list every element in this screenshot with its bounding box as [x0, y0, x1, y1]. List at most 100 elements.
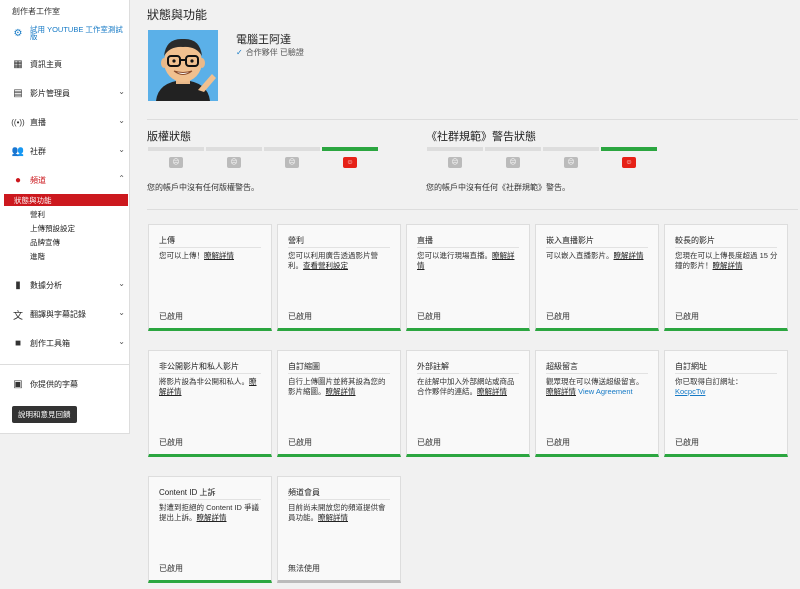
- feature-card-unlisted-private: 非公開影片和私人影片 將影片設為非公開和私人。瞭解詳情 已啟用: [148, 350, 272, 457]
- view-agreement-link[interactable]: View Agreement: [578, 387, 632, 396]
- card-status: 已啟用: [417, 438, 441, 447]
- learn-more-link[interactable]: 瞭解詳情: [546, 387, 576, 396]
- sidebar-item-label: 翻譯與字幕記錄: [30, 310, 86, 319]
- card-status: 無法使用: [288, 564, 320, 573]
- strike-indicator-active: ☺: [601, 147, 659, 171]
- sad-face-icon: ☹: [564, 157, 578, 168]
- sidebar-subitem-label: 進階: [30, 252, 45, 261]
- create-icon: ■: [14, 337, 22, 349]
- feature-card-custom-url: 自訂網址 你已取得自訂網址： KocpcTw 已啟用: [664, 350, 788, 457]
- card-description: 您可以進行現場直播。瞭解詳情: [417, 251, 515, 270]
- subtitles-icon: ▣: [13, 378, 23, 390]
- sidebar-item-create[interactable]: ■ 創作工具箱 ⌄: [12, 335, 125, 351]
- sad-face-icon: ☹: [506, 157, 520, 168]
- sidebar-item-community[interactable]: 👥 社群 ⌄: [12, 143, 125, 159]
- card-status: 已啟用: [546, 312, 570, 321]
- channel-icon: ●: [14, 174, 22, 186]
- card-status: 已啟用: [675, 438, 699, 447]
- sidebar-item-channel[interactable]: ● 頻道 ⌃: [12, 172, 125, 188]
- feature-card-monetization: 營利 您可以利用廣告透過影片營利。查看營利設定 已啟用: [277, 224, 401, 331]
- strike-indicator: ☹: [543, 147, 601, 171]
- page-title: 狀態與功能: [147, 8, 208, 22]
- happy-face-icon: ☺: [343, 157, 357, 168]
- sidebar-subitem-upload-defaults[interactable]: 上傳預設設定: [12, 222, 127, 234]
- card-title: 超級留言: [546, 362, 578, 371]
- divider: [147, 119, 798, 120]
- chevron-down-icon: ⌄: [118, 308, 125, 317]
- feature-card-embed-live: 嵌入直播影片 可以嵌入直播影片。瞭解詳情 已啟用: [535, 224, 659, 331]
- copyright-strikes: ☹ ☹ ☹ ☺: [148, 147, 380, 171]
- sidebar-item-dashboard[interactable]: ▦ 資訊主頁: [12, 56, 125, 72]
- sidebar-subitem-label: 品牌宣傳: [30, 238, 60, 247]
- sidebar-item-translations[interactable]: 文 翻譯與字幕記錄 ⌄: [12, 306, 125, 322]
- card-title: 嵌入直播影片: [546, 236, 594, 245]
- sidebar-subitem-label: 上傳預設設定: [30, 224, 75, 233]
- sad-face-icon: ☹: [448, 157, 462, 168]
- guidelines-strikes: ☹ ☹ ☹ ☺: [427, 147, 659, 171]
- learn-more-link[interactable]: 瞭解詳情: [197, 513, 227, 522]
- sidebar-item-your-subtitles[interactable]: ▣ 你提供的字幕: [12, 376, 125, 392]
- channel-avatar[interactable]: [148, 30, 218, 101]
- card-description: 您可以上傳！瞭解詳情: [159, 251, 234, 260]
- card-title: 頻道會員: [288, 488, 320, 497]
- sidebar-subitem-advanced[interactable]: 進階: [12, 250, 127, 262]
- card-status: 已啟用: [159, 438, 183, 447]
- sidebar-item-label: 創作工具箱: [30, 339, 70, 348]
- sad-face-icon: ☹: [227, 157, 241, 168]
- feature-card-custom-thumbnails: 自訂縮圖 自行上傳圖片並將其設為您的影片縮圖。瞭解詳情 已啟用: [277, 350, 401, 457]
- card-status: 已啟用: [159, 564, 183, 573]
- card-title: 自訂縮圖: [288, 362, 320, 371]
- dashboard-icon: ▦: [13, 58, 23, 70]
- sidebar-divider: [0, 364, 129, 365]
- strike-indicator: ☹: [264, 147, 322, 171]
- studio-title: 創作者工作室: [12, 7, 60, 16]
- divider: [147, 209, 798, 210]
- strike-indicator: ☹: [206, 147, 264, 171]
- sidebar-subitem-branding[interactable]: 品牌宣傳: [12, 236, 127, 248]
- feature-card-channel-memberships: 頻道會員 目前尚未開放您的頻道提供會員功能。瞭解詳情 無法使用: [277, 476, 401, 583]
- help-feedback-button[interactable]: 說明和意見回饋: [12, 406, 77, 423]
- card-description: 您現在可以上傳長度超過 15 分鐘的影片！瞭解詳情: [675, 251, 778, 270]
- learn-more-link[interactable]: 瞭解詳情: [318, 513, 348, 522]
- card-description: 可以嵌入直播影片。瞭解詳情: [546, 251, 644, 260]
- card-description: 目前尚未開放您的頻道提供會員功能。瞭解詳情: [288, 503, 386, 522]
- sidebar-subitem-label: 狀態與功能: [14, 196, 52, 205]
- strike-indicator-active: ☺: [322, 147, 380, 171]
- card-title: 自訂網址: [675, 362, 707, 371]
- card-description: 你已取得自訂網址： KocpcTw: [675, 377, 743, 396]
- translate-icon: 文: [13, 310, 23, 322]
- try-studio-beta-link[interactable]: ⚙ 試用 YOUTUBE 工作室測試版: [12, 25, 130, 43]
- sidebar-item-analytics[interactable]: ▮ 數據分析 ⌄: [12, 277, 125, 293]
- feature-card-content-id-appeals: Content ID 上訴 對遭到拒絕的 Content ID 爭議提出上訴。瞭…: [148, 476, 272, 583]
- card-description: 將影片設為非公開和私人。瞭解詳情: [159, 377, 257, 396]
- feature-card-upload: 上傳 您可以上傳！瞭解詳情 已啟用: [148, 224, 272, 331]
- card-status: 已啟用: [675, 312, 699, 321]
- channel-status: ✓ 合作夥伴 已驗證: [236, 47, 304, 58]
- sidebar-item-label: 直播: [30, 118, 46, 127]
- learn-more-link[interactable]: 瞭解詳情: [614, 251, 644, 260]
- gear-icon: ⚙: [13, 27, 23, 39]
- card-description: 您可以利用廣告透過影片營利。查看營利設定: [288, 251, 378, 270]
- custom-url-link[interactable]: KocpcTw: [675, 387, 705, 396]
- learn-more-link[interactable]: 瞭解詳情: [477, 387, 507, 396]
- feature-card-external-annotations: 外部註解 在註解中加入外部網站或商品合作夥伴的連結。瞭解詳情 已啟用: [406, 350, 530, 457]
- chevron-down-icon: ⌄: [118, 279, 125, 288]
- feature-card-super-chat: 超級留言 觀眾現在可以傳送超級留言。瞭解詳情 View Agreement 已啟…: [535, 350, 659, 457]
- monetization-settings-link[interactable]: 查看營利設定: [303, 261, 348, 270]
- sidebar-subitem-label: 營利: [30, 210, 45, 219]
- channel-status-text: 合作夥伴 已驗證: [245, 48, 304, 57]
- sad-face-icon: ☹: [169, 157, 183, 168]
- learn-more-link[interactable]: 瞭解詳情: [713, 261, 743, 270]
- sidebar-item-live[interactable]: ((•)) 直播 ⌄: [11, 114, 125, 130]
- card-status: 已啟用: [288, 438, 312, 447]
- learn-more-link[interactable]: 瞭解詳情: [326, 387, 356, 396]
- sidebar-subitem-status-features[interactable]: 狀態與功能: [4, 194, 128, 206]
- sidebar-subitem-monetization[interactable]: 營利: [12, 208, 127, 220]
- sidebar-item-label: 頻道: [30, 176, 46, 185]
- sad-face-icon: ☹: [285, 157, 299, 168]
- card-title: 營利: [288, 236, 304, 245]
- learn-more-link[interactable]: 瞭解詳情: [204, 251, 234, 260]
- chevron-down-icon: ⌄: [118, 337, 125, 346]
- sidebar-item-video-manager[interactable]: ▤ 影片管理員 ⌄: [12, 85, 125, 101]
- sidebar: 創作者工作室 ⚙ 試用 YOUTUBE 工作室測試版 ▦ 資訊主頁 ▤ 影片管理…: [0, 0, 130, 434]
